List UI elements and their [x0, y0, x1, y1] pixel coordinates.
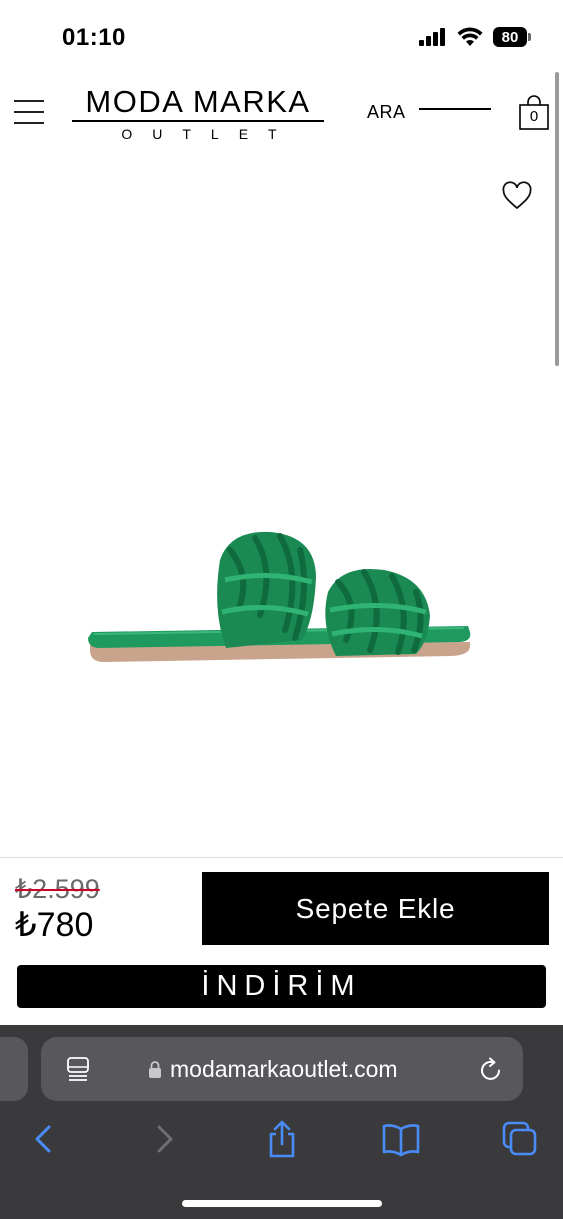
logo-sub-text: OUTLET: [121, 126, 297, 142]
browser-nav-row: [0, 1119, 563, 1163]
shopping-bag-icon[interactable]: 0: [518, 95, 550, 131]
url-text: modamarkaoutlet.com: [170, 1056, 398, 1082]
tabs-icon[interactable]: [500, 1119, 540, 1159]
divider: [0, 857, 563, 858]
share-icon[interactable]: [262, 1119, 302, 1159]
site-logo[interactable]: MODA MARKA OUTLET: [70, 86, 326, 142]
wifi-icon: [457, 27, 483, 46]
sale-banner: İNDİRİM: [17, 965, 546, 1008]
logo-main-text: MODA MARKA: [85, 84, 311, 119]
cellular-signal-icon: [419, 28, 445, 46]
search-underline[interactable]: [419, 108, 491, 110]
menu-icon[interactable]: [14, 100, 44, 126]
reader-icon[interactable]: [67, 1057, 89, 1081]
product-image[interactable]: [80, 520, 480, 680]
battery-indicator: 80: [493, 27, 531, 47]
status-time: 01:10: [62, 24, 126, 51]
back-icon[interactable]: [24, 1119, 64, 1159]
reload-icon[interactable]: [479, 1057, 503, 1083]
sandal-illustration: [88, 531, 471, 662]
status-icons: 80: [419, 26, 531, 48]
search-button[interactable]: ARA: [367, 102, 406, 123]
scrollbar[interactable]: [555, 72, 559, 366]
status-bar: 01:10 80: [0, 0, 563, 70]
cart-count: 0: [529, 108, 539, 125]
site-header: MODA MARKA OUTLET ARA 0: [0, 70, 563, 160]
browser-toolbar: modamarkaoutlet.com: [0, 1025, 563, 1219]
address-bar[interactable]: modamarkaoutlet.com: [41, 1037, 523, 1101]
add-to-cart-button[interactable]: Sepete Ekle: [202, 872, 549, 945]
lock-icon: [149, 1061, 161, 1078]
old-price: ₺2.599: [15, 874, 100, 904]
bookmarks-icon[interactable]: [381, 1119, 421, 1159]
forward-icon[interactable]: [144, 1119, 184, 1159]
previous-tab-preview[interactable]: [0, 1037, 28, 1101]
heart-icon[interactable]: [501, 181, 533, 211]
home-indicator[interactable]: [182, 1200, 382, 1207]
sale-price: ₺780: [15, 906, 94, 944]
logo-rule: [72, 120, 324, 122]
